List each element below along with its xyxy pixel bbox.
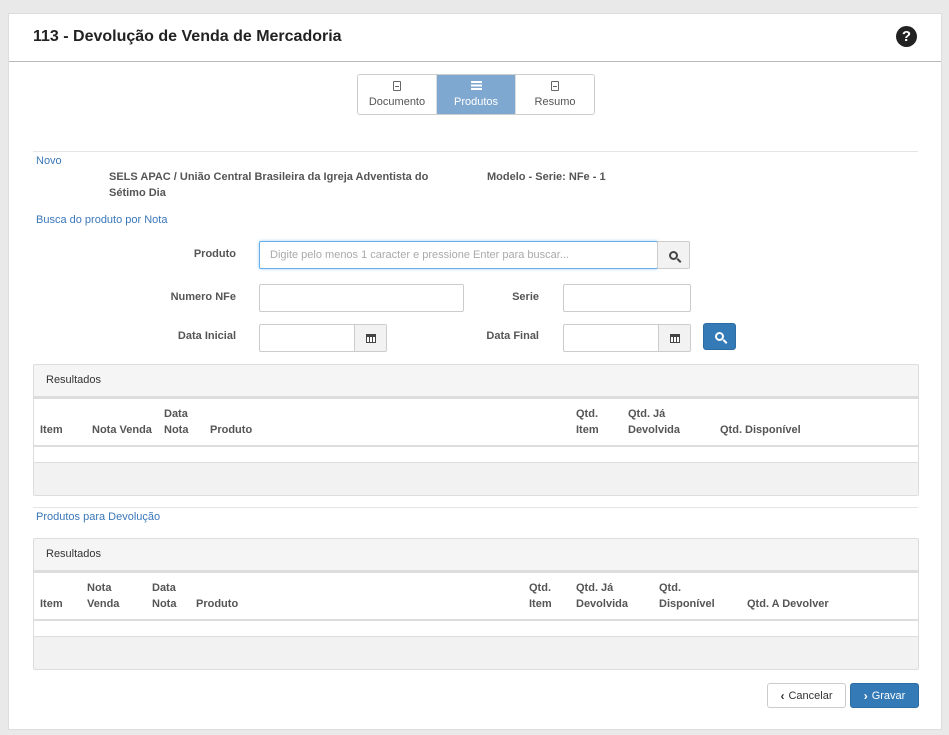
entidade-text: SELS APAC / União Central Brasileira da … bbox=[109, 171, 429, 199]
col-produto[interactable]: Produto bbox=[204, 397, 570, 447]
col-item[interactable]: Item bbox=[34, 397, 86, 447]
data-final-calendar-button[interactable] bbox=[658, 324, 691, 352]
grid-footer bbox=[34, 637, 918, 669]
file-icon bbox=[551, 81, 559, 91]
section-busca-label: Busca do produto por Nota bbox=[36, 214, 168, 226]
save-label: Gravar bbox=[871, 689, 906, 702]
resultados-table: Item Nota Venda Data Nota Produto Qtd. I… bbox=[34, 397, 918, 447]
devolucao-table: Item Nota Venda Data Nota Produto Qtd. I… bbox=[34, 571, 918, 621]
data-inicial-label: Data Inicial bbox=[177, 330, 236, 342]
cancel-button[interactable]: ‹ Cancelar bbox=[767, 683, 846, 708]
col-data-nota[interactable]: Data Nota bbox=[158, 397, 204, 447]
calendar-icon bbox=[365, 333, 376, 343]
data-inicial-input[interactable] bbox=[259, 324, 355, 352]
col-qtd-a-devolver[interactable]: Qtd. A Devolver bbox=[741, 571, 918, 621]
page-title: 113 - Devolução de Venda de Mercadoria bbox=[33, 28, 342, 45]
col-qtd-ja-devolvida[interactable]: Qtd. Já Devolvida bbox=[570, 571, 653, 621]
section-devolucao-label: Produtos para Devolução bbox=[36, 511, 161, 523]
grid-title: Resultados bbox=[34, 539, 918, 571]
col-qtd-disponivel[interactable]: Qtd. Disponível bbox=[653, 571, 741, 621]
data-final-label: Data Final bbox=[486, 330, 539, 342]
numero-nfe-label: Numero NFe bbox=[170, 291, 236, 303]
devolucao-grid: Resultados Item Nota Venda Data Nota Pro… bbox=[33, 538, 919, 670]
chevron-right-icon: › bbox=[863, 688, 868, 703]
numero-nfe-input[interactable] bbox=[259, 284, 464, 312]
col-data-nota[interactable]: Data Nota bbox=[146, 571, 190, 621]
tab-label: Produtos bbox=[453, 96, 499, 108]
resultados-grid: Resultados Item Nota Venda Data Nota Pro… bbox=[33, 364, 919, 496]
tab-label: Resumo bbox=[534, 96, 576, 108]
table-empty-row bbox=[34, 621, 918, 637]
save-button[interactable]: › Gravar bbox=[850, 683, 919, 708]
calendar-icon bbox=[669, 333, 680, 343]
wizard-tabs: Documento Produtos Resumo bbox=[357, 74, 595, 115]
grid-footer bbox=[34, 463, 918, 495]
search-icon bbox=[715, 332, 724, 341]
page-header: 113 - Devolução de Venda de Mercadoria ? bbox=[9, 14, 941, 62]
data-inicial-calendar-button[interactable] bbox=[354, 324, 387, 352]
search-icon bbox=[669, 250, 678, 260]
main-panel: 113 - Devolução de Venda de Mercadoria ?… bbox=[8, 13, 942, 730]
table-header-row: Item Nota Venda Data Nota Produto Qtd. I… bbox=[34, 571, 918, 621]
section-divider bbox=[33, 151, 918, 152]
modelo-serie-text: Modelo - Serie: NFe - 1 bbox=[487, 171, 606, 183]
col-qtd-disponivel[interactable]: Qtd. Disponível bbox=[714, 397, 918, 447]
section-divider bbox=[33, 507, 918, 508]
col-item[interactable]: Item bbox=[34, 571, 81, 621]
serie-input[interactable] bbox=[563, 284, 691, 312]
data-final-input[interactable] bbox=[563, 324, 659, 352]
col-qtd-item[interactable]: Qtd. Item bbox=[570, 397, 622, 447]
tab-label: Documento bbox=[368, 96, 426, 108]
col-nota-venda[interactable]: Nota Venda bbox=[81, 571, 146, 621]
col-qtd-item[interactable]: Qtd. Item bbox=[523, 571, 570, 621]
table-header-row: Item Nota Venda Data Nota Produto Qtd. I… bbox=[34, 397, 918, 447]
chevron-left-icon: ‹ bbox=[780, 688, 785, 703]
table-empty-row bbox=[34, 447, 918, 463]
file-icon bbox=[393, 81, 401, 91]
section-novo-label: Novo bbox=[36, 155, 62, 167]
produto-label: Produto bbox=[193, 248, 236, 260]
tab-documento[interactable]: Documento bbox=[358, 75, 436, 114]
produto-search-input[interactable] bbox=[259, 241, 658, 269]
question-circle-icon[interactable]: ? bbox=[896, 26, 917, 47]
list-icon bbox=[470, 81, 482, 90]
produto-search-button[interactable] bbox=[657, 241, 690, 269]
col-nota-venda[interactable]: Nota Venda bbox=[86, 397, 158, 447]
search-button[interactable] bbox=[703, 323, 736, 350]
tab-produtos[interactable]: Produtos bbox=[436, 75, 515, 114]
serie-label: Serie bbox=[512, 291, 539, 303]
col-produto[interactable]: Produto bbox=[190, 571, 523, 621]
grid-title: Resultados bbox=[34, 365, 918, 397]
tab-resumo[interactable]: Resumo bbox=[515, 75, 594, 114]
cancel-label: Cancelar bbox=[788, 689, 833, 702]
col-qtd-ja-devolvida[interactable]: Qtd. Já Devolvida bbox=[622, 397, 714, 447]
